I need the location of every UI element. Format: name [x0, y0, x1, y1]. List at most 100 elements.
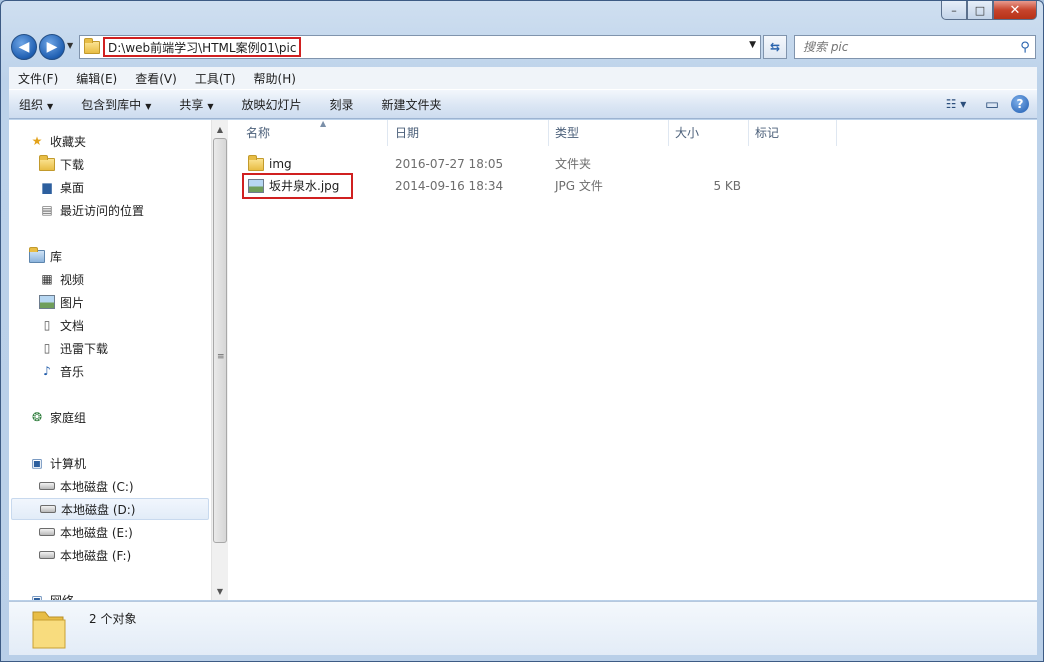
- folder-icon: [248, 154, 264, 171]
- scroll-up-icon[interactable]: ▲: [212, 122, 228, 138]
- nav-music[interactable]: ♪ 音乐: [39, 360, 84, 382]
- command-bar: 组织 ▼ 包含到库中 ▼ 共享 ▼ 放映幻灯片 刻录 新建文件夹 ☷ ▾ ▭ ?: [9, 89, 1037, 119]
- nav-downloads[interactable]: 下载: [39, 153, 84, 175]
- nav-drive-c[interactable]: 本地磁盘 (C:): [39, 475, 134, 497]
- recent-places-icon: ▤: [41, 203, 53, 217]
- back-button[interactable]: ◀: [11, 34, 37, 60]
- nav-label: 计算机: [50, 456, 87, 471]
- nav-label: 文档: [60, 318, 85, 333]
- organize-label: 组织: [19, 97, 44, 112]
- preview-pane-icon[interactable]: ▭: [981, 94, 1003, 114]
- new-folder-button[interactable]: 新建文件夹: [366, 96, 454, 113]
- nav-label: 网络: [50, 592, 74, 601]
- file-name: img: [269, 157, 292, 171]
- arrow-left-icon: ◀: [18, 39, 30, 55]
- nav-label: 迅雷下载: [60, 341, 109, 356]
- navigation-pane: ★ 收藏夹 下载 ▆ 桌面 ▤ 最近访问的位置 库 ▦ 视频 图片 ▯ 文档 ▯ 迅雷下载 …: [9, 120, 211, 600]
- include-label: 包含到库中: [81, 97, 142, 112]
- nav-label: 本地磁盘 (E:): [60, 525, 133, 540]
- nav-desktop[interactable]: ▆ 桌面: [39, 176, 84, 198]
- menu-view[interactable]: 查看(V): [126, 70, 186, 87]
- column-header-tags[interactable]: 标记: [749, 120, 837, 146]
- nav-thunder-downloads[interactable]: ▯ 迅雷下载: [39, 337, 108, 359]
- column-header-name[interactable]: ▲ 名称: [240, 119, 388, 146]
- arrow-right-icon: ▶: [46, 39, 58, 55]
- column-header-type[interactable]: 类型: [549, 120, 669, 146]
- chevron-down-icon: ▼: [145, 101, 152, 111]
- nav-computer[interactable]: ▣ 计算机: [29, 452, 86, 474]
- drive-icon: [40, 501, 56, 517]
- file-name-cell: 坂井泉水.jpg: [242, 173, 354, 199]
- nav-label: 音乐: [60, 364, 85, 379]
- search-icon[interactable]: ⚲: [1015, 40, 1035, 55]
- share-button[interactable]: 共享 ▼: [163, 96, 225, 113]
- minimize-button[interactable]: –: [941, 1, 967, 20]
- grip-icon: ≡: [217, 352, 225, 362]
- explorer-window: – □ ✕ ◀ ▶ ▼ D:\web前端学习\HTML案例01\pic ▼ ⇆ …: [0, 0, 1044, 662]
- share-label: 共享: [179, 97, 204, 112]
- file-list: ▲ 名称 日期 类型 大小 标记 img 2016-07-27 18:05 文件夹…: [228, 119, 1037, 600]
- nav-recent-places[interactable]: ▤ 最近访问的位置: [39, 199, 144, 221]
- forward-button[interactable]: ▶: [39, 34, 65, 60]
- nav-label: 图片: [60, 295, 85, 310]
- menu-file[interactable]: 文件(F): [9, 70, 67, 87]
- search-box[interactable]: ⚲: [794, 35, 1036, 59]
- close-button[interactable]: ✕: [993, 1, 1037, 20]
- slideshow-button[interactable]: 放映幻灯片: [226, 96, 314, 113]
- menu-bar: 文件(F) 编辑(E) 查看(V) 工具(T) 帮助(H): [9, 67, 1037, 89]
- nav-label: 本地磁盘 (D:): [61, 502, 136, 517]
- nav-drive-d[interactable]: 本地磁盘 (D:): [11, 498, 209, 520]
- organize-button[interactable]: 组织 ▼: [9, 96, 65, 113]
- menu-edit[interactable]: 编辑(E): [67, 70, 126, 87]
- column-header-date[interactable]: 日期: [389, 120, 549, 146]
- recent-pages-dropdown[interactable]: ▼: [67, 41, 73, 50]
- music-note-icon: ♪: [43, 364, 51, 378]
- menu-tools[interactable]: 工具(T): [186, 70, 245, 87]
- menu-help[interactable]: 帮助(H): [245, 70, 305, 87]
- drive-icon: [39, 547, 55, 563]
- address-bar[interactable]: D:\web前端学习\HTML案例01\pic ▼: [79, 35, 761, 59]
- main-area: ★ 收藏夹 下载 ▆ 桌面 ▤ 最近访问的位置 库 ▦ 视频 图片 ▯ 文档 ▯ 迅雷下载 …: [9, 119, 1037, 600]
- image-file-icon: [248, 179, 264, 193]
- drive-icon: [39, 524, 55, 540]
- address-dropdown-icon[interactable]: ▼: [749, 40, 756, 50]
- file-size: 5 KB: [713, 179, 741, 193]
- maximize-button[interactable]: □: [967, 1, 993, 20]
- search-input[interactable]: [803, 37, 1015, 57]
- file-row[interactable]: 坂井泉水.jpg 2014-09-16 18:34 JPG 文件 5 KB: [238, 173, 998, 199]
- nav-pictures[interactable]: 图片: [39, 291, 84, 313]
- burn-button[interactable]: 刻录: [314, 96, 366, 113]
- details-pane: 2 个对象: [9, 601, 1037, 655]
- nav-libraries[interactable]: 库: [29, 245, 62, 267]
- sort-ascending-icon: ▲: [320, 119, 327, 128]
- homegroup-icon: ❂: [31, 410, 43, 424]
- file-row[interactable]: img 2016-07-27 18:05 文件夹: [238, 153, 998, 175]
- file-type: JPG 文件: [555, 179, 603, 193]
- scroll-down-icon[interactable]: ▼: [212, 584, 228, 600]
- document-icon: ▯: [43, 341, 51, 355]
- network-icon: ▣: [31, 593, 43, 600]
- nav-network[interactable]: ▣ 网络: [29, 589, 74, 600]
- file-type: 文件夹: [555, 157, 592, 171]
- address-path[interactable]: D:\web前端学习\HTML案例01\pic: [103, 37, 302, 57]
- scrollbar-thumb[interactable]: ≡: [213, 138, 227, 543]
- column-header-size[interactable]: 大小: [669, 120, 749, 146]
- nav-videos[interactable]: ▦ 视频: [39, 268, 84, 290]
- column-label: 名称: [246, 126, 271, 140]
- chevron-down-icon: ▼: [47, 101, 54, 111]
- nav-homegroup[interactable]: ❂ 家庭组: [29, 406, 86, 428]
- change-view-icon[interactable]: ☷ ▾: [939, 94, 973, 114]
- file-date: 2016-07-27 18:05: [395, 157, 504, 171]
- system-drive-icon: [39, 478, 55, 494]
- nav-label: 桌面: [60, 180, 85, 195]
- navigation-row: ◀ ▶ ▼ D:\web前端学习\HTML案例01\pic ▼ ⇆ ⚲: [1, 31, 1043, 63]
- refresh-button[interactable]: ⇆: [763, 35, 787, 59]
- nav-favorites[interactable]: ★ 收藏夹: [29, 130, 86, 152]
- nav-documents[interactable]: ▯ 文档: [39, 314, 84, 336]
- nav-drive-f[interactable]: 本地磁盘 (F:): [39, 544, 131, 566]
- navigation-scrollbar[interactable]: ▲ ≡ ▼: [211, 120, 228, 600]
- include-in-library-button[interactable]: 包含到库中 ▼: [65, 96, 163, 113]
- help-icon[interactable]: ?: [1011, 95, 1029, 113]
- nav-label: 库: [50, 249, 63, 264]
- nav-drive-e[interactable]: 本地磁盘 (E:): [39, 521, 133, 543]
